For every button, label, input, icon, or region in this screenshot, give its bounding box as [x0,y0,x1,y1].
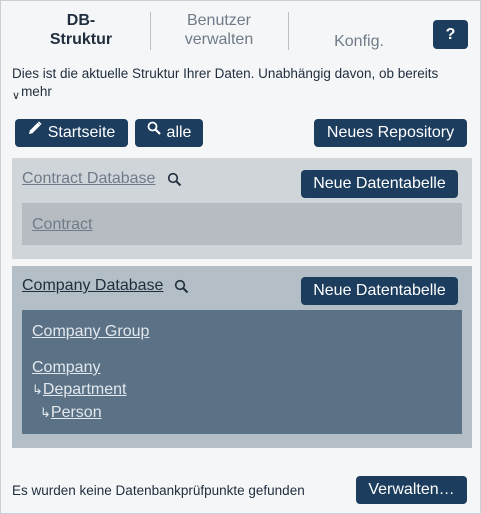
tab-label-line2: Struktur [49,31,113,48]
tree-branch-icon: ↳ [32,382,43,397]
table-link-contract[interactable]: Contract [32,216,92,234]
table-link-company-group[interactable]: Company Group [32,323,149,341]
database-link[interactable]: Company Database [22,277,163,295]
help-button[interactable]: ? [433,20,468,49]
tab-db-structure[interactable]: DB- Struktur [41,11,121,49]
tree-row: ↳Department [32,381,127,399]
chevron-down-icon: ∨ [12,90,21,102]
tab-divider [150,12,151,50]
tab-label-line2: verwalten [184,31,254,48]
checkpoint-status-text: Es wurden keine Datenbankprüfpunkte gefu… [12,483,305,498]
search-icon [147,117,161,145]
app-frame: DB- Struktur Benutzer verwalten Konfig. … [0,0,481,514]
tables-list: Contract [22,203,462,245]
magnifier-icon[interactable] [167,172,182,192]
tab-divider [288,12,289,50]
pencil-icon [28,117,42,145]
manage-button[interactable]: Verwalten… [356,476,467,504]
more-link-label: mehr [21,84,52,99]
table-link-company[interactable]: Company [32,359,100,377]
tab-label: Konfig. [334,33,384,50]
intro-text: Dies ist die aktuelle Struktur Ihrer Dat… [12,66,439,81]
new-datatable-button[interactable]: Neue Datentabelle [301,277,458,305]
tab-bar: DB- Struktur Benutzer verwalten Konfig. … [1,1,481,59]
database-panel: Contract Database Neue Datentabelle Cont… [12,158,472,259]
database-link[interactable]: Contract Database [22,170,155,188]
tree-branch-icon: ↳ [40,405,51,420]
tab-config[interactable]: Konfig. [319,32,399,51]
tree-row: ↳Person [40,404,102,422]
startseite-button[interactable]: Startseite [15,119,128,147]
magnifier-icon[interactable] [174,279,189,299]
tab-label-line1: DB- [66,12,96,29]
database-panel: Company Database Neue Datentabelle Compa… [12,266,472,448]
new-datatable-button[interactable]: Neue Datentabelle [301,170,458,198]
table-link-person[interactable]: Person [51,404,102,421]
tab-user-management[interactable]: Benutzer verwalten [169,11,269,49]
table-link-department[interactable]: Department [43,381,127,398]
tables-list: Company Group Company ↳Department ↳Perso… [22,310,462,434]
tab-label-line1: Benutzer [186,12,252,29]
alle-label: alle [166,124,192,142]
new-repository-button[interactable]: Neues Repository [314,119,467,147]
more-link[interactable]: ∨mehr [12,83,52,102]
startseite-label: Startseite [47,124,116,142]
alle-button[interactable]: alle [135,119,203,147]
